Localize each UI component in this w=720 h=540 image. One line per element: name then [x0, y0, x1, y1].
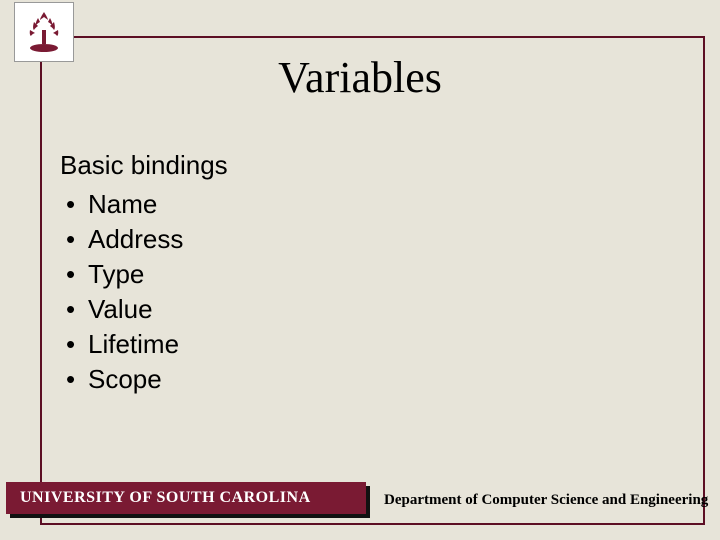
bullet-item: •Value [60, 292, 680, 327]
usc-logo [14, 2, 74, 62]
bullet-text: Scope [88, 364, 162, 394]
slide-footer: UNIVERSITY OF SOUTH CAROLINA Department … [0, 482, 720, 518]
bullet-item: •Scope [60, 362, 680, 397]
footer-university: UNIVERSITY OF SOUTH CAROLINA [6, 482, 366, 514]
bullet-text: Name [88, 189, 157, 219]
bullet-item: •Name [60, 187, 680, 222]
bullet-text: Type [88, 259, 144, 289]
footer-left-block: UNIVERSITY OF SOUTH CAROLINA [0, 482, 366, 518]
tree-seal-icon [20, 8, 68, 56]
bullet-item: •Lifetime [60, 327, 680, 362]
slide-content: Basic bindings •Name •Address •Type •Val… [60, 150, 680, 398]
bullet-item: •Type [60, 257, 680, 292]
bullet-text: Value [88, 294, 153, 324]
slide-title: Variables [0, 52, 720, 103]
bullet-text: Address [88, 224, 183, 254]
bullet-item: •Address [60, 222, 680, 257]
footer-department: Department of Computer Science and Engin… [366, 482, 720, 518]
content-heading: Basic bindings [60, 150, 680, 181]
bullet-text: Lifetime [88, 329, 179, 359]
